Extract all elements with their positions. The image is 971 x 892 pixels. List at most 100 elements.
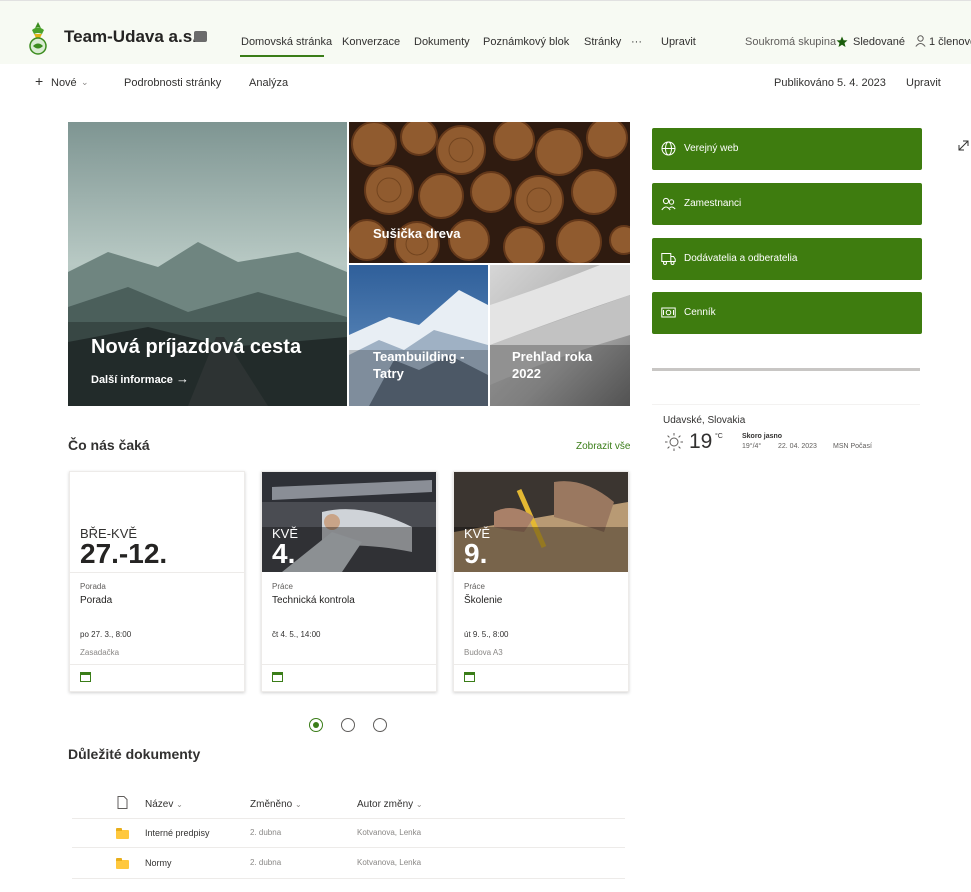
hero-tile-teambuilding-title[interactable]: Teambuilding -Tatry [373, 348, 483, 382]
hero-more-label: Další informace [91, 374, 173, 386]
hero-main-title[interactable]: Nová príjazdová cesta [91, 336, 301, 359]
members-button[interactable]: 1 členové [929, 36, 971, 48]
new-button[interactable]: Nové [51, 77, 77, 89]
event-card[interactable]: KVĚ 4. Práce Technická kontrola čt 4. 5.… [261, 471, 437, 692]
event-title: Technická kontrola [272, 595, 355, 606]
carousel-dot-active[interactable] [309, 718, 323, 732]
member-icon[interactable] [915, 35, 926, 47]
follow-button[interactable]: Sledované [853, 36, 905, 48]
document-author: Kotvanova, Lenka [357, 828, 422, 837]
event-card[interactable]: BŘE-KVĚ 27.-12. Porada Porada po 27. 3.,… [69, 471, 245, 692]
quick-link-label: Dodávatelia a odberatelia [684, 253, 798, 264]
add-to-calendar-icon[interactable] [464, 672, 475, 682]
nav-documents[interactable]: Dokumenty [414, 36, 470, 48]
nav-more[interactable]: ··· [631, 36, 642, 48]
column-header-label: Autor změny [357, 799, 414, 810]
logs-image [349, 122, 630, 263]
document-modified: 2. dubna [250, 858, 282, 867]
site-title[interactable]: Team-Udava a.s. [64, 27, 197, 47]
plus-icon[interactable]: + [35, 73, 43, 89]
table-row[interactable]: Normy 2. dubna Kotvanova, Lenka [72, 848, 625, 879]
column-header-name[interactable]: Název ⌄ [145, 799, 183, 810]
arrow-right-icon: → [175, 371, 189, 386]
chevron-down-icon: ⌄ [415, 800, 423, 809]
quick-link-suppliers[interactable]: Dodávatelia a odberatelia [652, 238, 922, 280]
event-category: Práce [272, 582, 293, 591]
quick-link-label: Cenník [684, 307, 716, 318]
weather-temp: 19 [689, 430, 713, 453]
event-category: Práce [464, 582, 485, 591]
command-bar: + Nové ⌄ Podrobnosti stránky Analýza Pub… [0, 64, 971, 151]
weather-source[interactable]: MSN Počasí [833, 443, 872, 450]
expand-icon[interactable] [958, 140, 969, 151]
site-header: Team-Udava a.s. Domovská stránka Konverz… [0, 0, 971, 65]
quick-link-pricelist[interactable]: Cenník [652, 292, 922, 334]
quick-link-label: Zamestnanci [684, 198, 742, 209]
nav-active-indicator [240, 55, 324, 57]
quick-link-public-web[interactable]: Verejný web [652, 128, 922, 170]
add-to-calendar-icon[interactable] [272, 672, 283, 682]
event-footer-divider [454, 664, 628, 665]
book-pages-image [490, 265, 630, 406]
hero-tile-year-review-title[interactable]: Prehľad roka 2022 [512, 348, 622, 382]
weather-location: Udavské, Slovakia [663, 415, 746, 426]
event-title: Porada [80, 595, 113, 606]
quick-link-employees[interactable]: Zamestnanci [652, 183, 922, 225]
folder-icon [116, 828, 129, 839]
truck-icon [661, 253, 676, 265]
document-name[interactable]: Normy [145, 858, 172, 868]
event-card[interactable]: KVĚ 9. Práce Školenie út 9. 5., 8:00 Bud… [453, 471, 629, 692]
event-location: Zasadačka [80, 648, 120, 657]
mountain-road-image [68, 122, 347, 406]
event-time: út 9. 5., 8:00 [464, 630, 509, 639]
carousel-dot[interactable] [373, 718, 387, 732]
event-title: Školenie [464, 595, 503, 606]
hero-tile-dryer[interactable]: Sušička dreva [349, 122, 630, 263]
chevron-down-icon: ⌄ [176, 800, 183, 809]
analytics-button[interactable]: Analýza [249, 77, 288, 89]
nav-pages[interactable]: Stránky [584, 36, 621, 48]
edit-button[interactable]: Upravit [906, 77, 941, 89]
hero-tile-year-review[interactable]: Prehľad roka 2022 [490, 265, 630, 406]
teams-icon[interactable] [194, 31, 207, 42]
events-title: Čo nás čaká [68, 437, 150, 453]
site-logo[interactable] [26, 21, 50, 55]
event-day: 4. [272, 538, 296, 569]
column-header-modified[interactable]: Změněno ⌄ [250, 799, 302, 810]
carousel-dot[interactable] [341, 718, 355, 732]
weather-hilo: 19°/4° [742, 443, 762, 450]
nav-edit[interactable]: Upravit [661, 36, 696, 48]
page-details-button[interactable]: Podrobnosti stránky [124, 77, 221, 89]
hero-tile-teambuilding[interactable]: Teambuilding -Tatry [349, 265, 488, 406]
folder-icon [116, 858, 129, 869]
money-icon [661, 307, 676, 318]
event-day: 27.-12. [80, 538, 168, 569]
hero-tile-dryer-title[interactable]: Sušička dreva [373, 226, 460, 241]
nav-conversations[interactable]: Konverzace [342, 36, 400, 48]
people-icon [661, 197, 676, 211]
weather-unit: °C [715, 433, 723, 440]
add-to-calendar-icon[interactable] [80, 672, 91, 682]
column-header-author[interactable]: Autor změny ⌄ [357, 799, 423, 810]
chevron-down-icon: ⌄ [295, 800, 302, 809]
nav-notebook[interactable]: Poznámkový blok [483, 36, 569, 48]
globe-icon [661, 141, 676, 156]
file-type-icon [117, 796, 128, 809]
document-author: Kotvanova, Lenka [357, 858, 422, 867]
published-date: Publikováno 5. 4. 2023 [774, 77, 886, 89]
weather-date: 22. 04. 2023 [778, 443, 817, 450]
weather-widget[interactable]: Udavské, Slovakia 19 °C Skoro jasno 19°/… [652, 404, 920, 461]
chevron-down-icon[interactable]: ⌄ [81, 77, 89, 88]
nav-home[interactable]: Domovská stránka [241, 36, 332, 48]
hero-more-link[interactable]: Další informace → [91, 371, 189, 386]
document-name[interactable]: Interné predpisy [145, 828, 210, 838]
section-divider [652, 368, 920, 371]
event-category: Porada [80, 582, 106, 591]
event-day: 9. [464, 538, 488, 569]
column-header-label: Změněno [250, 799, 293, 810]
star-icon[interactable] [836, 36, 848, 48]
see-all-link[interactable]: Zobrazit vše [576, 441, 630, 452]
hero-main-tile[interactable]: Nová príjazdová cesta Další informace → [68, 122, 347, 406]
carousel-dot-fill [313, 722, 319, 728]
table-row[interactable]: Interné predpisy 2. dubna Kotvanova, Len… [72, 819, 625, 848]
